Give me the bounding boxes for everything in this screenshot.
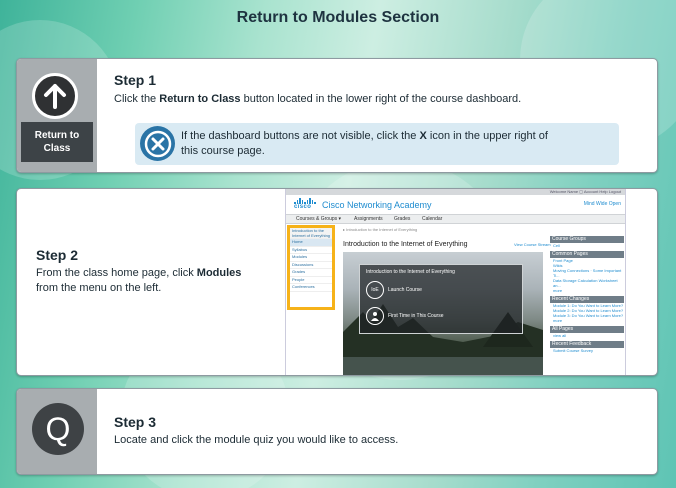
step1-note: If the dashboard buttons are not visible… bbox=[135, 123, 619, 165]
recent-feedback-item[interactable]: Submit Course Survey bbox=[550, 348, 624, 353]
course-menu-discussions[interactable]: Discussions bbox=[290, 262, 332, 269]
person-icon bbox=[366, 307, 384, 325]
course-menu-header: Introduction to the Internet of Everythi… bbox=[290, 228, 332, 239]
nav-assignments[interactable]: Assignments bbox=[354, 216, 383, 222]
course-right-column: Course Groups Cell Common Pages Front Pa… bbox=[550, 233, 624, 353]
common-pages-header: Common Pages bbox=[550, 251, 624, 258]
course-title: Introduction to the Internet of Everythi… bbox=[343, 241, 468, 248]
course-groups-header: Course Groups bbox=[550, 236, 624, 243]
course-launch-box: Introduction to the Internet of Everythi… bbox=[359, 264, 523, 334]
course-menu-syllabus[interactable]: Syllabus bbox=[290, 247, 332, 254]
step2-title: Step 2 bbox=[36, 247, 79, 263]
step3-text: Locate and click the module quiz you wou… bbox=[114, 434, 399, 446]
first-time-link[interactable]: First Time in This Course bbox=[388, 313, 443, 319]
course-groups-item[interactable]: Cell bbox=[550, 243, 624, 248]
course-menu-sidebar: Introduction to the Internet of Everythi… bbox=[287, 225, 335, 310]
course-stream-link[interactable]: View Course Stream bbox=[514, 242, 551, 247]
nav-courses-groups[interactable]: Courses & Groups ▾ bbox=[296, 216, 341, 222]
app-name: Cisco Networking Academy bbox=[322, 200, 432, 210]
step3-panel: Q Step 3 Locate and click the module qui… bbox=[16, 388, 658, 475]
course-menu-modules[interactable]: Modules bbox=[290, 254, 332, 262]
course-hero-image: Introduction to the Internet of Everythi… bbox=[343, 252, 543, 375]
return-to-class-line2: Class bbox=[43, 143, 71, 154]
all-pages-header: All Pages bbox=[550, 326, 624, 333]
step3-title: Step 3 bbox=[114, 414, 157, 430]
recent-changes-more[interactable]: more bbox=[550, 318, 624, 323]
common-pages-item[interactable]: Data Storage Calculation Worksheet an... bbox=[550, 278, 624, 288]
recent-changes-header: Recent Changes bbox=[550, 296, 624, 303]
course-menu-home[interactable]: Home bbox=[290, 239, 332, 247]
step2-panel: Step 2 From the class home page, click M… bbox=[16, 188, 658, 376]
hero-title: Introduction to the Internet of Everythi… bbox=[366, 269, 455, 275]
common-pages-more[interactable]: more bbox=[550, 288, 624, 293]
course-nav-bar: Courses & Groups ▾ Assignments Grades Ca… bbox=[286, 214, 625, 224]
common-pages-item[interactable]: Moving Connections · Some Important Ti..… bbox=[550, 268, 624, 278]
step2-text: From the class home page, click Modules … bbox=[36, 267, 242, 294]
screenshot-top-bar: Welcome Name ▢ Account Help Logout bbox=[286, 189, 625, 195]
breadcrumb[interactable]: ▸ Introduction to the Internet of Everyt… bbox=[343, 227, 417, 232]
step1-text: Click the Return to Class button located… bbox=[114, 93, 522, 105]
course-menu-grades[interactable]: Grades bbox=[290, 269, 332, 277]
close-x-icon bbox=[140, 126, 175, 161]
up-arrow-icon bbox=[32, 73, 78, 119]
page-title: Return to Modules Section bbox=[236, 9, 440, 26]
nav-grades[interactable]: Grades bbox=[394, 216, 410, 222]
step1-note-text: If the dashboard buttons are not visible… bbox=[181, 130, 548, 157]
step1-sidebar: Return to Class bbox=[17, 59, 97, 172]
all-pages-view-all[interactable]: view all bbox=[550, 333, 624, 338]
step3-sidebar: Q bbox=[17, 389, 97, 474]
user-link[interactable]: Mind Wide Open bbox=[584, 201, 621, 207]
course-menu-conferences[interactable]: Conferences bbox=[290, 284, 332, 292]
quiz-q-icon: Q bbox=[32, 403, 84, 455]
step1-panel: Return to Class Step 1 Click the Return … bbox=[16, 58, 658, 173]
ioe-icon: IoE bbox=[366, 281, 384, 299]
recent-feedback-header: Recent Feedback bbox=[550, 341, 624, 348]
launch-course-link[interactable]: Launch Course bbox=[388, 287, 422, 293]
return-to-class-button[interactable]: Return to Class bbox=[21, 122, 93, 162]
course-menu-people[interactable]: People bbox=[290, 277, 332, 284]
course-page-screenshot: Welcome Name ▢ Account Help Logout cisco… bbox=[285, 189, 626, 375]
nav-calendar[interactable]: Calendar bbox=[422, 216, 442, 222]
step1-title: Step 1 bbox=[114, 72, 157, 88]
cisco-logo: cisco bbox=[294, 198, 318, 210]
return-to-class-line1: Return to bbox=[34, 130, 80, 141]
screenshot-top-links: Welcome Name ▢ Account Help Logout bbox=[549, 189, 621, 194]
